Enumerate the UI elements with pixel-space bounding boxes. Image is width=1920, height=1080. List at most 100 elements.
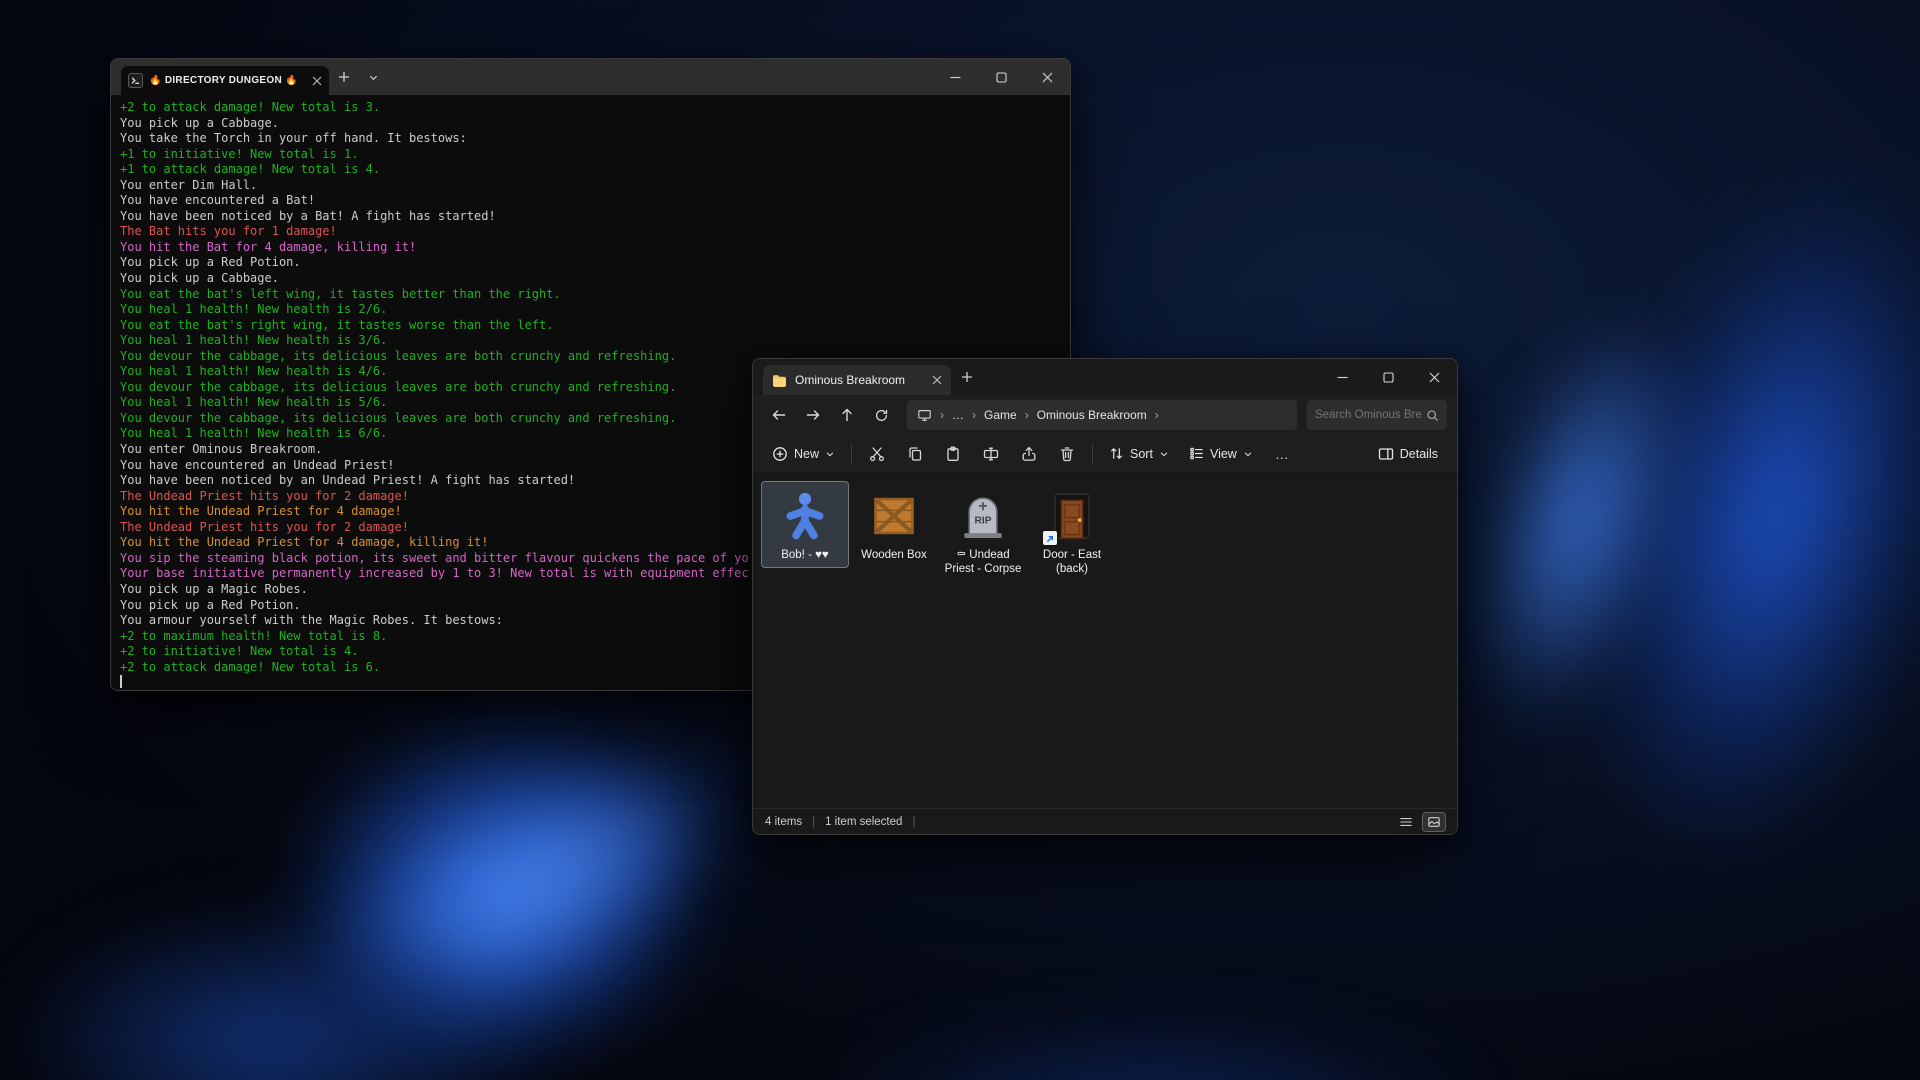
terminal-titlebar[interactable]: 🔥 DIRECTORY DUNGEON 🔥 <box>111 59 1070 95</box>
file-icon-box <box>1044 488 1100 544</box>
explorer-maximize-button[interactable] <box>1365 359 1411 395</box>
details-view-toggle[interactable] <box>1395 813 1417 831</box>
terminal-line: +1 to initiative! New total is 1. <box>120 147 1066 163</box>
wooden-crate-icon <box>868 490 920 542</box>
file-grid: Bob! - ♥♥ <box>753 473 1457 808</box>
file-tile[interactable]: Bob! - ♥♥ <box>761 481 849 568</box>
breadcrumb-chevron-icon: › <box>1025 408 1029 422</box>
terminal-line: You pick up a Cabbage. <box>120 116 1066 132</box>
details-pane-icon <box>1378 446 1394 462</box>
copy-button[interactable] <box>897 439 933 469</box>
search-box[interactable] <box>1307 400 1447 430</box>
file-icon-box <box>777 488 833 544</box>
details-pane-button[interactable]: Details <box>1369 439 1447 469</box>
file-label: Bob! - ♥♥ <box>781 549 829 563</box>
see-more-label: … <box>1275 446 1289 462</box>
shortcut-arrow-badge <box>1043 531 1057 545</box>
rename-button[interactable] <box>973 439 1009 469</box>
terminal-line: You heal 1 health! New health is 3/6. <box>120 333 1066 349</box>
breadcrumb-chevron-icon: › <box>940 408 944 422</box>
breadcrumb-segment-game[interactable]: Game <box>984 408 1017 422</box>
breadcrumb-segment-current[interactable]: Ominous Breakroom <box>1037 408 1147 422</box>
terminal-line: You eat the bat's left wing, it tastes b… <box>120 287 1066 303</box>
refresh-button[interactable] <box>865 399 897 431</box>
explorer-navigation-bar: › … › Game › Ominous Breakroom › <box>753 395 1457 435</box>
breadcrumb[interactable]: › … › Game › Ominous Breakroom › <box>907 400 1297 430</box>
see-more-button[interactable]: … <box>1264 439 1300 469</box>
delete-button[interactable] <box>1049 439 1085 469</box>
toolbar-divider <box>851 444 852 464</box>
terminal-maximize-button[interactable] <box>978 59 1024 95</box>
terminal-line: You enter Dim Hall. <box>120 178 1066 194</box>
explorer-titlebar[interactable]: Ominous Breakroom <box>753 359 1457 395</box>
search-input[interactable] <box>1315 409 1422 421</box>
explorer-command-bar: New Sort View <box>753 435 1457 473</box>
file-tile[interactable]: RIP ⚰ Undead Priest - Corpse <box>939 481 1027 581</box>
file-label: Wooden Box <box>861 549 927 563</box>
terminal-close-button[interactable] <box>1024 59 1070 95</box>
terminal-tab-close-icon[interactable] <box>312 76 322 86</box>
share-button[interactable] <box>1011 439 1047 469</box>
terminal-line: You take the Torch in your off hand. It … <box>120 131 1066 147</box>
terminal-tab[interactable]: 🔥 DIRECTORY DUNGEON 🔥 <box>121 66 329 95</box>
status-divider: | <box>912 816 915 828</box>
terminal-app-icon <box>128 73 143 88</box>
terminal-line: You pick up a Red Potion. <box>120 255 1066 271</box>
terminal-line: +2 to attack damage! New total is 3. <box>120 100 1066 116</box>
folder-icon <box>772 374 787 387</box>
details-pane-label: Details <box>1400 447 1438 461</box>
chevron-down-icon <box>1243 449 1253 459</box>
cut-button[interactable] <box>859 439 895 469</box>
back-button[interactable] <box>763 399 795 431</box>
terminal-line: You eat the bat's right wing, it tastes … <box>120 318 1066 334</box>
explorer-tab-close-icon[interactable] <box>932 375 942 385</box>
terminal-line: You pick up a Cabbage. <box>120 271 1066 287</box>
explorer-close-button[interactable] <box>1411 359 1457 395</box>
this-pc-icon <box>917 408 932 422</box>
chevron-down-icon <box>825 449 835 459</box>
view-button-label: View <box>1210 447 1237 461</box>
terminal-line: You heal 1 health! New health is 2/6. <box>120 302 1066 318</box>
new-button[interactable]: New <box>763 439 844 469</box>
terminal-line: +1 to attack damage! New total is 4. <box>120 162 1066 178</box>
selection-count: 1 item selected <box>825 816 902 828</box>
sort-button[interactable]: Sort <box>1100 439 1178 469</box>
breadcrumb-chevron-icon: › <box>972 408 976 422</box>
file-label: ⚰ Undead Priest - Corpse <box>941 549 1025 576</box>
explorer-window: Ominous Breakroom <box>752 358 1458 835</box>
wallpaper-bloom-shape <box>700 980 1600 1080</box>
breadcrumb-ellipsis[interactable]: … <box>952 408 964 422</box>
chevron-down-icon <box>1159 449 1169 459</box>
terminal-tab-title: 🔥 DIRECTORY DUNGEON 🔥 <box>149 75 306 86</box>
terminal-new-tab-button[interactable] <box>329 59 359 95</box>
terminal-tab-dropdown-icon[interactable] <box>359 59 388 95</box>
circle-plus-icon <box>772 446 788 462</box>
sort-button-label: Sort <box>1130 447 1153 461</box>
person-icon <box>779 490 831 542</box>
explorer-tab-title: Ominous Breakroom <box>795 373 924 387</box>
file-icon-box <box>866 488 922 544</box>
paste-button[interactable] <box>935 439 971 469</box>
search-icon <box>1426 409 1439 422</box>
terminal-line: The Bat hits you for 1 damage! <box>120 224 1066 240</box>
explorer-status-bar: 4 items | 1 item selected | <box>753 808 1457 834</box>
tombstone-icon: RIP <box>957 490 1009 542</box>
view-button[interactable]: View <box>1180 439 1262 469</box>
svg-text:RIP: RIP <box>975 515 992 526</box>
toolbar-divider <box>1092 444 1093 464</box>
file-tile[interactable]: Door - East (back) <box>1028 481 1116 581</box>
file-icon-box: RIP <box>955 488 1011 544</box>
file-tile[interactable]: Wooden Box <box>850 481 938 568</box>
new-button-label: New <box>794 447 819 461</box>
file-label: Door - East (back) <box>1030 549 1114 576</box>
terminal-cursor <box>120 675 122 688</box>
up-button[interactable] <box>831 399 863 431</box>
explorer-tab[interactable]: Ominous Breakroom <box>763 365 951 395</box>
forward-button[interactable] <box>797 399 829 431</box>
breadcrumb-chevron-icon: › <box>1155 408 1159 422</box>
explorer-new-tab-button[interactable] <box>951 359 983 395</box>
large-icons-view-toggle[interactable] <box>1423 813 1445 831</box>
terminal-minimize-button[interactable] <box>932 59 978 95</box>
explorer-minimize-button[interactable] <box>1319 359 1365 395</box>
status-divider: | <box>812 816 815 828</box>
